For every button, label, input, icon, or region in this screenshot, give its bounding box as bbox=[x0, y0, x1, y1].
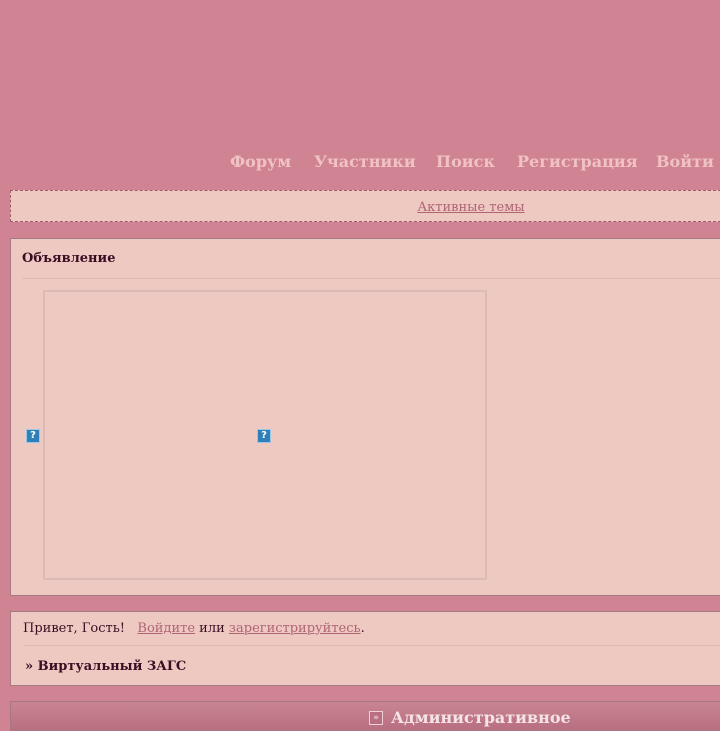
main-navigation: Форум Участники Поиск Регистрация Войти bbox=[0, 152, 720, 176]
active-topics-bar: Активные темы bbox=[10, 190, 720, 222]
login-link[interactable]: Войдите bbox=[137, 621, 195, 636]
announcement-title: Объявление bbox=[22, 251, 116, 266]
nav-register-link[interactable]: Регистрация bbox=[517, 152, 638, 171]
nav-login-link[interactable]: Войти bbox=[656, 152, 714, 171]
divider bbox=[23, 645, 720, 646]
broken-image-icon: ? bbox=[26, 429, 40, 443]
greeting-text: Привет, Гость! bbox=[23, 621, 126, 636]
or-text: или bbox=[199, 621, 225, 636]
broken-image-icon: ? bbox=[257, 429, 271, 443]
nav-search-link[interactable]: Поиск bbox=[436, 152, 495, 171]
divider bbox=[22, 278, 720, 279]
nav-forum-link[interactable]: Форум bbox=[230, 152, 291, 171]
category-title[interactable]: Административное bbox=[391, 708, 571, 727]
nav-members-link[interactable]: Участники bbox=[314, 152, 416, 171]
period-text: . bbox=[360, 621, 365, 636]
welcome-panel: Привет, Гость! Войдите или зарегистрируй… bbox=[10, 611, 720, 686]
register-link[interactable]: зарегистрируйтесь bbox=[229, 621, 361, 636]
breadcrumb[interactable]: » Виртуальный ЗАГС bbox=[25, 659, 186, 674]
category-header: » Административное bbox=[10, 701, 720, 731]
welcome-message: Привет, Гость! Войдите или зарегистрируй… bbox=[23, 621, 365, 636]
announcement-panel: Объявление ? ? bbox=[10, 238, 720, 596]
active-topics-link[interactable]: Активные темы bbox=[417, 200, 524, 215]
double-chevron-icon[interactable]: » bbox=[369, 711, 383, 725]
